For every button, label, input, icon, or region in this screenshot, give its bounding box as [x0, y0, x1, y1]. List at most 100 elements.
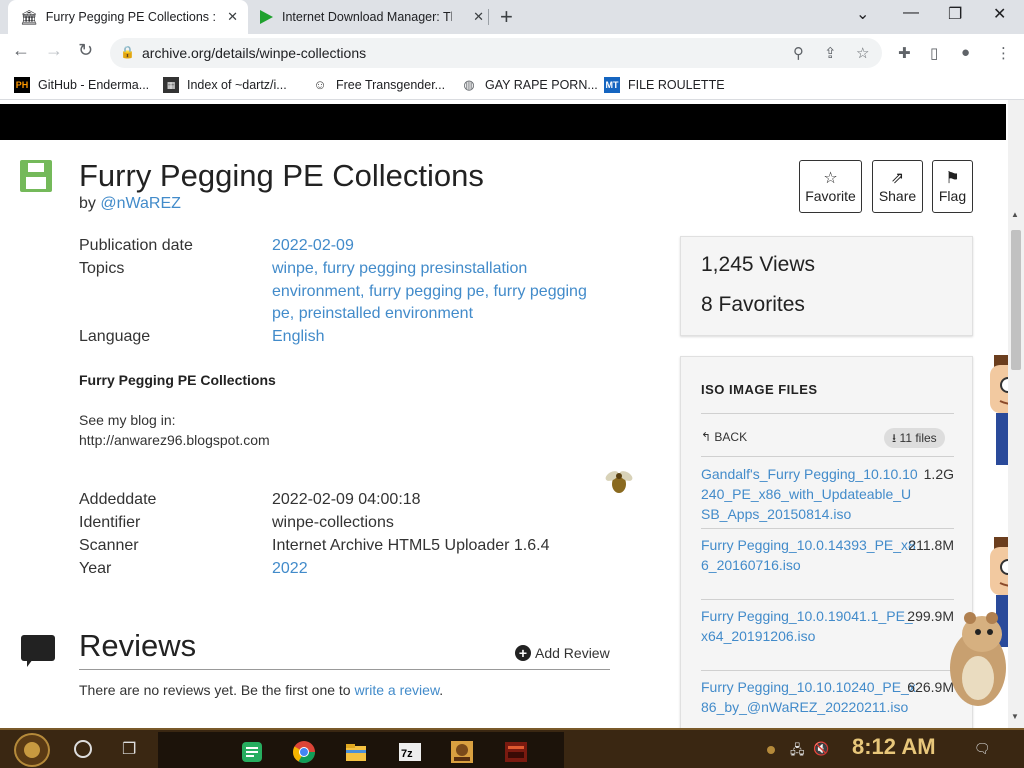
- file-row[interactable]: Gandalf's_Furry Pegging_10.10.10240_PE_x…: [701, 464, 954, 524]
- window-close-button[interactable]: ✕: [993, 4, 1006, 24]
- tab-archive[interactable]: 🏛 Furry Pegging PE Collections : ( ✕: [8, 0, 248, 34]
- bookmark-github[interactable]: PH GitHub - Enderma...: [14, 77, 149, 93]
- bookmark-free[interactable]: ☺ Free Transgender...: [312, 77, 445, 93]
- forward-arrow-icon[interactable]: →: [45, 40, 63, 61]
- search-icon[interactable]: ⚲: [793, 44, 804, 62]
- divider: [79, 669, 610, 670]
- close-icon[interactable]: ✕: [473, 9, 484, 25]
- start-button[interactable]: [14, 733, 50, 767]
- file-link[interactable]: Gandalf's_Furry Pegging_10.10.10240_PE_x…: [701, 464, 919, 524]
- file-link[interactable]: Furry Pegging_10.0.14393_PE_x86_20160716…: [701, 535, 919, 575]
- flag-label: Flag: [938, 187, 967, 204]
- divider: [701, 456, 954, 457]
- 7zip-icon[interactable]: 7z: [398, 740, 422, 764]
- divider: [701, 670, 954, 671]
- by-label: by: [79, 195, 96, 212]
- profile-avatar-icon[interactable]: ●: [961, 44, 970, 61]
- share-button[interactable]: ⇗ Share: [872, 160, 923, 213]
- scanner-label: Scanner: [79, 537, 139, 554]
- bookmarks-bar: PH GitHub - Enderma... ▦ Index of ~dartz…: [0, 72, 1024, 100]
- file-row[interactable]: Furry Pegging_10.10.10240_PE_x86_by_@nWa…: [701, 677, 954, 717]
- page-content: Furry Pegging PE Collections by @nWaREZ …: [0, 100, 1008, 728]
- file-row[interactable]: Furry Pegging_10.0.14393_PE_x86_20160716…: [701, 535, 954, 575]
- sublime-text-icon[interactable]: [240, 740, 264, 764]
- browser-toolbar: ← → ↻ 🔒 archive.org/details/winpe-collec…: [0, 34, 1024, 72]
- reload-icon[interactable]: ↻: [78, 40, 93, 61]
- file-link[interactable]: Furry Pegging_10.0.19041.1_PE_x64_201912…: [701, 606, 919, 646]
- publication-date-label: Publication date: [79, 237, 193, 254]
- topics-line[interactable]: winpe, furry pegging presinstallation: [272, 258, 587, 281]
- bookmark-index[interactable]: ▦ Index of ~dartz/i...: [163, 77, 287, 93]
- bookmark-label: FILE ROULETTE: [628, 78, 725, 92]
- tab-idm[interactable]: Internet Download Manager: Th ✕: [250, 0, 490, 34]
- share-icon: ⇗: [890, 169, 905, 187]
- close-icon[interactable]: ✕: [227, 9, 238, 25]
- files-count-badge[interactable]: ⭳ 11 files: [884, 428, 945, 448]
- lock-icon[interactable]: 🔒: [120, 45, 135, 59]
- taskbar-clock[interactable]: 8:12 AM: [852, 734, 936, 760]
- network-icon[interactable]: 🖧: [790, 741, 805, 763]
- file-link[interactable]: Furry Pegging_10.10.10240_PE_x86_by_@nWa…: [701, 677, 919, 717]
- file-explorer-icon[interactable]: [344, 740, 368, 764]
- favorite-label: Favorite: [805, 187, 856, 204]
- new-tab-button[interactable]: +: [500, 4, 513, 30]
- globe-icon: ◍: [463, 77, 475, 92]
- year-link[interactable]: 2022: [272, 558, 308, 581]
- side-panel-icon[interactable]: ▯: [930, 44, 938, 62]
- search-circle-icon[interactable]: [74, 740, 92, 758]
- topics-line[interactable]: environment, furry pegging pe, furry peg…: [272, 281, 587, 304]
- hamster-sticker-icon: [950, 612, 1006, 706]
- volume-muted-icon[interactable]: 🔇: [813, 741, 829, 757]
- favorites-count: 8 Favorites: [701, 293, 805, 316]
- write-review-link[interactable]: write a review: [354, 682, 439, 698]
- add-review-button[interactable]: + Add Review: [515, 645, 610, 661]
- cartoon-man-sticker-icon: [990, 355, 1008, 465]
- bookmark-label: Free Transgender...: [336, 78, 446, 92]
- scroll-thumb[interactable]: [1011, 230, 1021, 370]
- author-link[interactable]: @nWaREZ: [100, 195, 181, 212]
- topics-list: winpe, furry pegging presinstallation en…: [272, 258, 587, 326]
- game-app-icon[interactable]: [450, 740, 474, 764]
- extensions-puzzle-icon[interactable]: ✚: [898, 44, 911, 62]
- url-text[interactable]: archive.org/details/winpe-collections: [142, 45, 366, 61]
- bookmark-file-roulette[interactable]: MT FILE ROULETTE: [604, 77, 725, 93]
- task-view-icon[interactable]: ❐: [122, 739, 146, 763]
- mask-icon: ☺: [313, 77, 327, 92]
- site-top-bar: [0, 104, 1006, 140]
- back-link[interactable]: ↰ BACK: [701, 430, 747, 444]
- media-app-icon[interactable]: [504, 740, 528, 764]
- publication-date-link[interactable]: 2022-02-09: [272, 235, 354, 258]
- topics-line[interactable]: pe, preinstalled environment: [272, 303, 587, 326]
- year-label: Year: [79, 560, 112, 577]
- back-arrow-icon[interactable]: ←: [12, 40, 30, 61]
- menu-kebab-icon[interactable]: ⋮: [996, 44, 1011, 62]
- page-title: Furry Pegging PE Collections: [79, 158, 484, 193]
- flag-button[interactable]: ⚑ Flag: [932, 160, 973, 213]
- file-row[interactable]: Furry Pegging_10.0.19041.1_PE_x64_201912…: [701, 606, 954, 646]
- back-label: BACK: [714, 430, 748, 444]
- scroll-up-icon[interactable]: ▲: [1011, 210, 1019, 219]
- chrome-icon[interactable]: [292, 740, 316, 764]
- bookmark-globe[interactable]: ◍ GAY RAPE PORN...: [461, 77, 597, 93]
- minimize-button[interactable]: —: [903, 4, 919, 22]
- byline: by @nWaREZ: [79, 195, 181, 213]
- restore-button[interactable]: ❐: [948, 4, 962, 24]
- reviews-heading: Reviews: [79, 628, 197, 663]
- archive-favicon-icon: 🏛: [20, 8, 38, 25]
- no-reviews-text: There are no reviews yet. Be the first o…: [79, 682, 443, 698]
- notifications-icon[interactable]: 🗨: [974, 741, 991, 757]
- favorite-button[interactable]: ☆ Favorite: [799, 160, 862, 213]
- ph-icon: PH: [14, 77, 30, 93]
- share-icon[interactable]: ⇪: [824, 44, 837, 62]
- divider: [701, 528, 954, 529]
- language-link[interactable]: English: [272, 326, 324, 349]
- divider: [701, 413, 954, 414]
- page-scrollbar[interactable]: ▲ ▼: [1008, 100, 1024, 728]
- add-review-label: Add Review: [535, 645, 610, 661]
- identifier-label: Identifier: [79, 514, 141, 531]
- address-bar[interactable]: 🔒 archive.org/details/winpe-collections …: [110, 38, 882, 68]
- scroll-down-icon[interactable]: ▼: [1011, 712, 1019, 721]
- download-options-box: ISO IMAGE FILES ↰ BACK ⭳ 11 files Gandal…: [680, 356, 973, 728]
- bookmark-star-icon[interactable]: ☆: [856, 44, 869, 62]
- tab-search-icon[interactable]: ⌄: [856, 4, 869, 24]
